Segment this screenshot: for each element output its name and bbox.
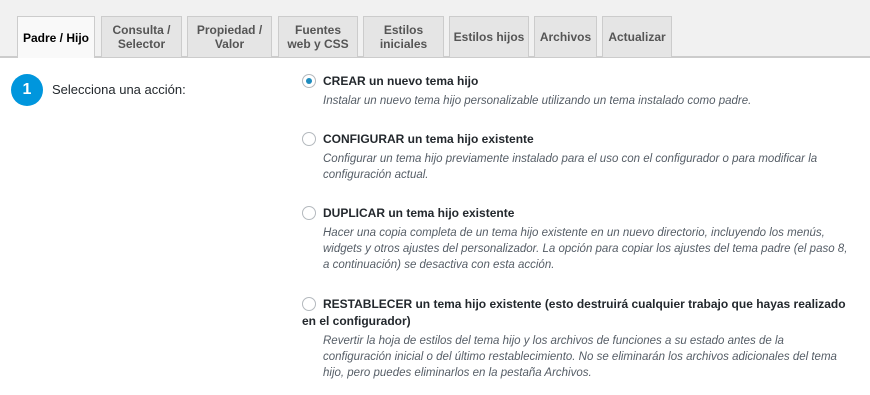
tab-actualizar[interactable]: Actualizar [602, 16, 672, 57]
radio-create[interactable] [302, 74, 316, 88]
radio-configure[interactable] [302, 132, 316, 146]
tab-consulta-selector[interactable]: Consulta / Selector [101, 16, 182, 57]
option-create-description: Instalar un nuevo tema hijo personalizab… [323, 95, 752, 107]
option-reset-title[interactable]: RESTABLECER un tema hijo existente (esto… [302, 296, 852, 330]
tab-estilos-hijos[interactable]: Estilos hijos [449, 16, 529, 57]
option-configure-title[interactable]: CONFIGURAR un tema hijo existente [302, 131, 852, 148]
step-label: Selecciona una acción: [52, 82, 186, 97]
tab-padre-hijo[interactable]: Padre / Hijo [17, 16, 95, 58]
option-create: CREAR un nuevo tema hijo Instalar un nue… [302, 73, 852, 109]
option-duplicate-description: Hacer una copia completa de un tema hijo… [323, 227, 848, 271]
radio-duplicate[interactable] [302, 206, 316, 220]
option-configure: CONFIGURAR un tema hijo existente Config… [302, 131, 852, 183]
step-number-badge: 1 [11, 74, 43, 106]
tab-estilos-iniciales[interactable]: Estilos iniciales [363, 16, 444, 57]
option-duplicate-title[interactable]: DUPLICAR un tema hijo existente [302, 205, 852, 222]
tab-propiedad-valor[interactable]: Propiedad / Valor [187, 16, 272, 57]
tab-archivos[interactable]: Archivos [534, 16, 597, 57]
option-reset: RESTABLECER un tema hijo existente (esto… [302, 296, 852, 381]
radio-reset[interactable] [302, 297, 316, 311]
option-reset-description: Revertir la hoja de estilos del tema hij… [323, 335, 837, 379]
option-create-title[interactable]: CREAR un nuevo tema hijo [302, 73, 852, 90]
option-configure-description: Configurar un tema hijo previamente inst… [323, 153, 818, 181]
tab-fuentes-web-css[interactable]: Fuentes web y CSS [278, 16, 358, 57]
option-duplicate: DUPLICAR un tema hijo existente Hacer un… [302, 205, 852, 273]
tab-bar: Padre / Hijo Consulta / Selector Propied… [0, 0, 870, 58]
